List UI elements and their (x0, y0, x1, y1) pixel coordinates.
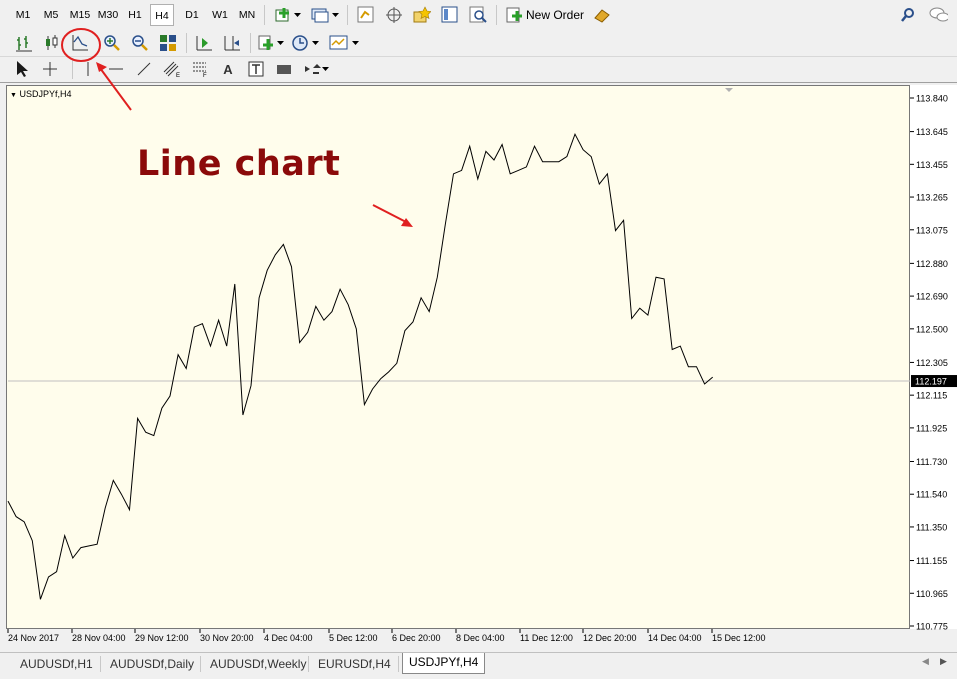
highlight-circle (61, 28, 101, 62)
tab-separator (308, 656, 309, 672)
chart-tabs-bar: AUDUSDf,H1 AUDUSDf,Daily AUDUSDf,Weekly EUR… (0, 652, 957, 679)
x-axis-tick-label: 29 Nov 12:00 (135, 633, 189, 643)
y-axis-tick-label: 113.455 (916, 160, 948, 170)
y-axis-tick-label: 112.690 (916, 292, 948, 302)
x-axis-tick-label: 5 Dec 12:00 (329, 633, 378, 643)
y-axis-tick-label: 110.965 (916, 589, 948, 599)
y-axis-tick-label: 111.925 (916, 423, 947, 433)
y-axis-tick-label: 111.350 (916, 522, 947, 532)
y-axis-tick-label: 112.880 (916, 259, 948, 269)
y-axis-tick-label: 113.075 (916, 225, 948, 235)
current-price-label: 112.197 (915, 377, 947, 387)
y-axis-tick-label: 111.155 (916, 556, 947, 566)
y-axis-tick-label: 112.115 (916, 391, 947, 401)
chart-symbol-title: ▼ USDJPYf,H4 (10, 89, 71, 99)
tab-scroll-left-icon[interactable]: ◀ (922, 656, 929, 667)
x-axis-tick-label: 24 Nov 2017 (8, 633, 59, 643)
chart-tab[interactable]: USDJPYf,H4 (402, 653, 486, 674)
price-series-line (7, 132, 714, 600)
x-axis-tick-label: 11 Dec 12:00 (520, 633, 573, 643)
y-axis-tick-label: 111.730 (916, 457, 947, 467)
y-axis-tick-label: 113.265 (916, 193, 948, 203)
y-axis-tick-label: 111.540 (916, 490, 947, 500)
chart-symbol-label: USDJPYf,H4 (19, 89, 72, 99)
chart-tab[interactable]: AUDUSDf,Weekly (204, 655, 312, 673)
x-axis-tick-label: 6 Dec 20:00 (392, 633, 441, 643)
chart-menu-triangle-icon[interactable]: ▼ (10, 92, 17, 99)
y-axis-tick-label: 110.775 (916, 622, 948, 632)
x-axis-tick-label: 14 Dec 04:00 (648, 633, 702, 643)
tab-separator (100, 656, 101, 672)
line-chart-annotation-label: Line chart (137, 144, 341, 184)
y-axis-tick-label: 112.305 (916, 358, 948, 368)
tab-separator (398, 656, 399, 672)
x-axis-tick-label: 30 Nov 20:00 (200, 633, 254, 643)
x-axis-tick-label: 15 Dec 12:00 (712, 633, 766, 643)
y-axis-tick-label: 113.645 (916, 127, 948, 137)
chart-tab[interactable]: AUDUSDf,Daily (104, 655, 200, 673)
y-axis-tick-label: 113.840 (916, 94, 948, 104)
chart-tab[interactable]: AUDUSDf,H1 (14, 655, 99, 673)
chart-canvas: 113.840 113.645 113.455 113.265 113.075 112.8… (7, 28, 957, 643)
x-axis-tick-label: 28 Nov 04:00 (72, 633, 126, 643)
annotation-arrow-shaft (372, 204, 409, 224)
tab-scroll-right-icon[interactable]: ▶ (940, 656, 947, 667)
chart-shift-marker (725, 88, 733, 92)
annotation-arrow-shaft (99, 67, 132, 111)
tab-separator (200, 656, 201, 672)
x-axis-tick-label: 8 Dec 04:00 (456, 633, 505, 643)
chart-tab[interactable]: EURUSDf,H4 (312, 655, 397, 673)
x-axis-tick-label: 12 Dec 20:00 (583, 633, 637, 643)
x-axis-tick-label: 4 Dec 04:00 (264, 633, 313, 643)
y-axis-tick-label: 112.500 (916, 324, 948, 334)
